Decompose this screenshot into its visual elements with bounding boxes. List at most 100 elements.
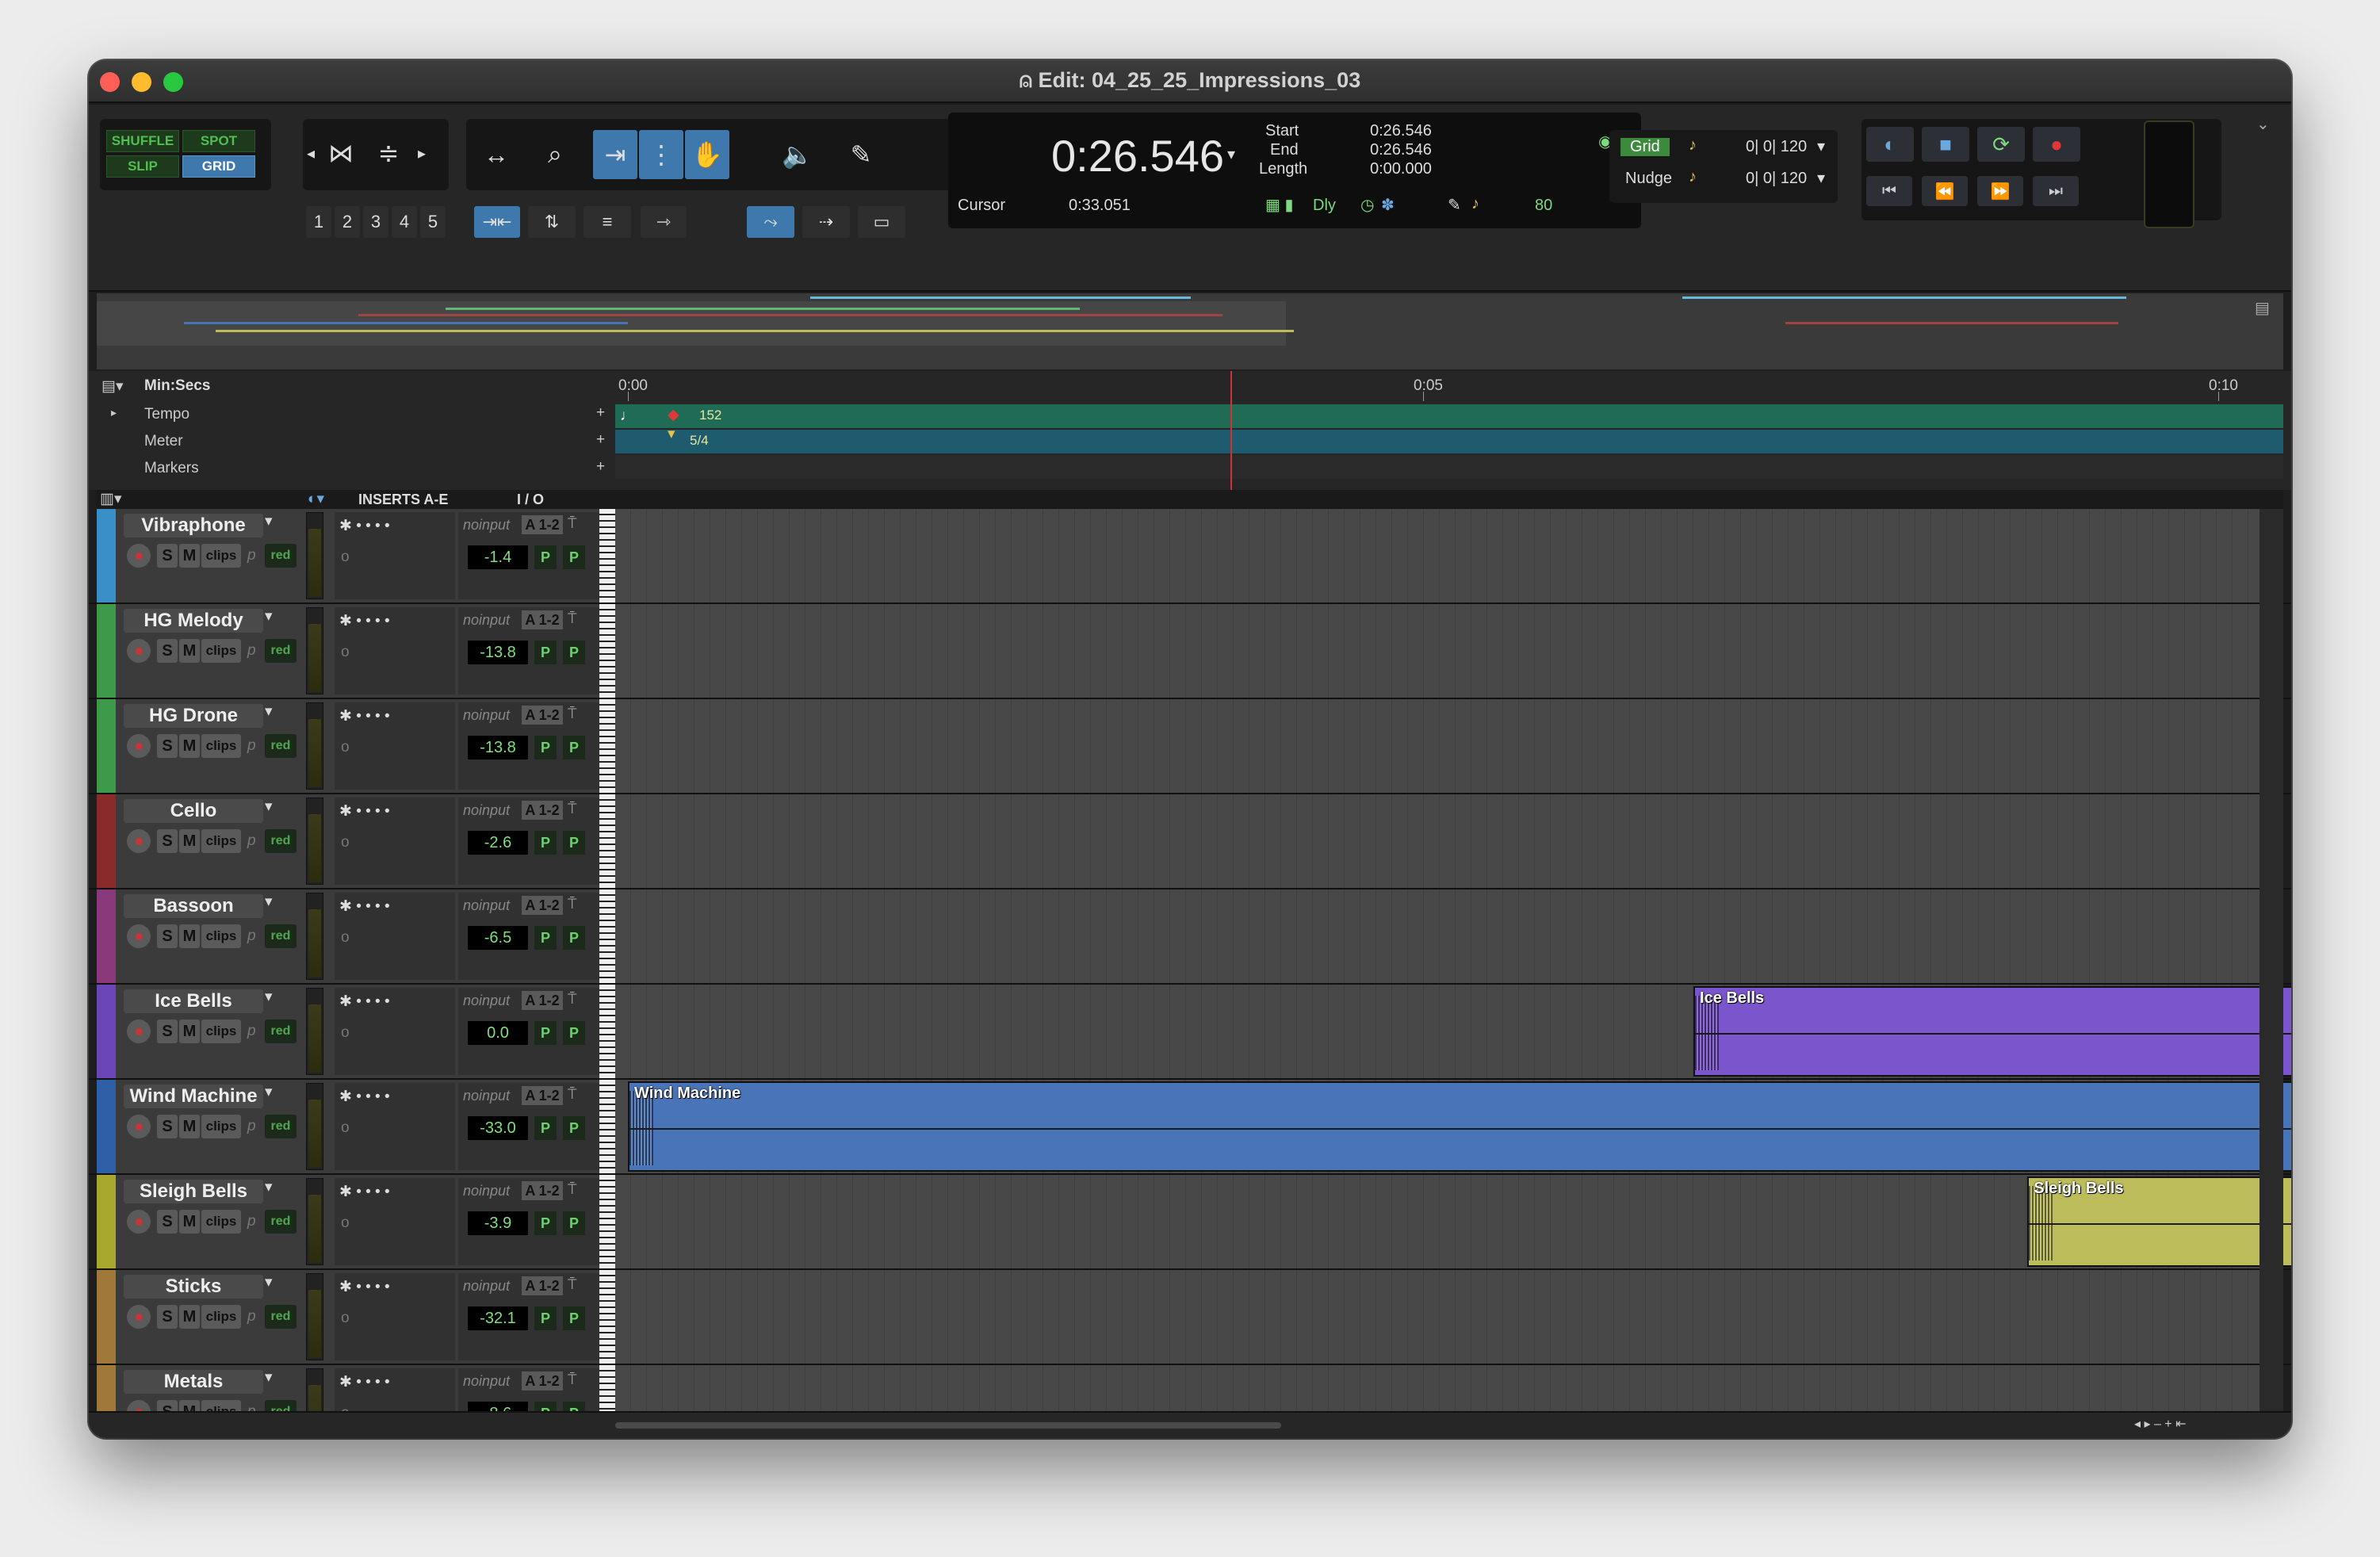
pan-left[interactable]: P: [534, 831, 557, 855]
inserts-slots[interactable]: ✱ • • • • o: [335, 702, 455, 790]
pan-left[interactable]: P: [534, 1211, 557, 1235]
inserts-slots[interactable]: ✱ • • • • o: [335, 798, 455, 885]
pan-left[interactable]: P: [534, 1306, 557, 1330]
return-to-zero-button[interactable]: ⏮: [1866, 176, 1912, 206]
volume-readout[interactable]: -2.6: [468, 831, 528, 855]
output-selector[interactable]: A 1-2: [522, 991, 563, 1010]
output-selector[interactable]: A 1-2: [522, 1181, 563, 1200]
send-slot-icon[interactable]: o: [341, 549, 350, 566]
automation-mode-button[interactable]: red: [265, 734, 297, 758]
insert-slot-icon[interactable]: ✱ • • • •: [339, 897, 390, 916]
record-enable-button[interactable]: ●: [127, 924, 151, 948]
pan-link-icon[interactable]: ⍑: [568, 1181, 576, 1199]
grid-label[interactable]: Grid: [1620, 138, 1670, 156]
volume-readout[interactable]: -33.0: [468, 1116, 528, 1140]
tempo-marker-icon[interactable]: ◆: [668, 406, 679, 424]
pan-right[interactable]: P: [563, 545, 585, 569]
pan-left[interactable]: P: [534, 1021, 557, 1045]
insert-slot-icon[interactable]: ✱ • • • •: [339, 707, 390, 725]
zoom-out-icon[interactable]: ◂: [303, 128, 319, 178]
automation-mode-button[interactable]: red: [265, 1020, 297, 1043]
track-color-strip[interactable]: [97, 1270, 116, 1364]
input-selector[interactable]: noinput: [463, 993, 510, 1009]
track-options-icon[interactable]: ▾: [265, 1178, 273, 1196]
grid-dropdown-icon[interactable]: ▾: [1817, 136, 1825, 156]
track-options-icon[interactable]: ▾: [265, 1368, 273, 1387]
waveform-zoom-icon[interactable]: ⋈: [319, 128, 363, 178]
record-enable-button[interactable]: ●: [127, 1115, 151, 1138]
track-name[interactable]: Ice Bells: [124, 989, 263, 1013]
add-tempo-icon[interactable]: +: [596, 404, 605, 422]
audio-clip[interactable]: Ice Bells: [1693, 986, 2291, 1077]
track-view-selector[interactable]: clips: [201, 734, 241, 758]
inserts-column-header[interactable]: INSERTS A-E: [358, 492, 448, 508]
track-options-icon[interactable]: ▾: [265, 988, 273, 1006]
vertical-zoom-icon[interactable]: ≑: [366, 128, 411, 178]
pan-left[interactable]: P: [534, 545, 557, 569]
main-counter[interactable]: 0:26.546: [1051, 130, 1224, 182]
mirror-edit-icon[interactable]: ≡: [584, 206, 631, 238]
insert-slot-icon[interactable]: ✱ • • • •: [339, 1183, 390, 1201]
inserts-slots[interactable]: ✱ • • • • o: [335, 988, 455, 1075]
keyboard-focus-icon[interactable]: ▭: [858, 206, 905, 238]
countoff-icon[interactable]: ✽: [1381, 195, 1395, 215]
universe-overview[interactable]: ▤: [97, 293, 2283, 369]
solo-button[interactable]: S: [157, 544, 178, 568]
volume-readout[interactable]: -13.8: [468, 641, 528, 664]
trim-tool-icon[interactable]: ⇥: [593, 130, 637, 179]
track-options-icon[interactable]: ▾: [265, 607, 273, 625]
audio-clip[interactable]: Wind Machine: [628, 1081, 2291, 1172]
volume-readout[interactable]: -32.1: [468, 1306, 528, 1330]
nudge-value[interactable]: 0| 0| 120: [1746, 170, 1807, 188]
track-options-icon[interactable]: ▾: [265, 1273, 273, 1291]
pan-right[interactable]: P: [563, 831, 585, 855]
insert-slot-icon[interactable]: ✱ • • • •: [339, 612, 390, 630]
output-selector[interactable]: A 1-2: [522, 896, 563, 915]
input-selector[interactable]: noinput: [463, 517, 510, 534]
send-slot-icon[interactable]: o: [341, 1310, 350, 1327]
stop-button[interactable]: ■: [1922, 127, 1969, 162]
input-selector[interactable]: noinput: [463, 1088, 510, 1104]
playlist-icon[interactable]: p: [247, 737, 256, 755]
solo-button[interactable]: S: [157, 1115, 178, 1138]
note-icon[interactable]: ♪: [1471, 195, 1479, 213]
solo-button[interactable]: S: [157, 734, 178, 758]
send-slot-icon[interactable]: o: [341, 1024, 350, 1042]
track-playlist-area[interactable]: Cello: [615, 794, 2259, 888]
solo-button[interactable]: S: [157, 1210, 178, 1234]
track-name[interactable]: Sticks: [124, 1275, 263, 1299]
pencil-tool-icon[interactable]: ✎: [839, 130, 883, 179]
volume-readout[interactable]: -3.9: [468, 1211, 528, 1235]
scroll-controls-icon[interactable]: ◂ ▸ – + ⇤: [2134, 1416, 2187, 1432]
track-view-selector[interactable]: clips: [201, 924, 241, 948]
send-slot-icon[interactable]: o: [341, 1119, 350, 1137]
meter-marker-icon[interactable]: ▾: [668, 425, 675, 443]
length-value[interactable]: 0:00.000: [1370, 160, 1432, 178]
pan-link-icon[interactable]: ⍑: [568, 896, 576, 913]
mute-button[interactable]: M: [179, 1115, 200, 1138]
insertion-follows-icon[interactable]: ⇾: [641, 206, 687, 238]
playlist-icon[interactable]: p: [247, 547, 256, 564]
pan-link-icon[interactable]: ⍑: [568, 1276, 576, 1294]
go-to-end-button[interactable]: ⏭: [2033, 176, 2079, 206]
volume-readout[interactable]: 0.0: [468, 1021, 528, 1045]
automation-mode-button[interactable]: red: [265, 829, 297, 853]
track-view-selector[interactable]: clips: [201, 1210, 241, 1234]
inserts-slots[interactable]: ✱ • • • • o: [335, 1178, 455, 1265]
tab-to-transient-icon[interactable]: ⇅: [528, 206, 576, 238]
send-slot-icon[interactable]: o: [341, 739, 350, 756]
tempo-lane[interactable]: ♩ ◆ 152: [615, 404, 2283, 428]
track-view-selector[interactable]: clips: [201, 1305, 241, 1329]
zoom-preset-1[interactable]: 1: [306, 206, 331, 238]
output-selector[interactable]: A 1-2: [522, 706, 563, 725]
zoom-in-icon[interactable]: ▸: [414, 128, 430, 178]
add-meter-icon[interactable]: +: [596, 431, 605, 449]
send-slot-icon[interactable]: o: [341, 929, 350, 947]
add-marker-icon[interactable]: +: [596, 458, 605, 476]
output-selector[interactable]: A 1-2: [522, 1276, 563, 1295]
grid-value[interactable]: 0| 0| 120: [1746, 138, 1807, 156]
overview-menu-icon[interactable]: ▤: [2255, 298, 2270, 318]
solo-button[interactable]: S: [157, 829, 178, 853]
solo-button[interactable]: S: [157, 1020, 178, 1043]
mute-button[interactable]: M: [179, 1305, 200, 1329]
